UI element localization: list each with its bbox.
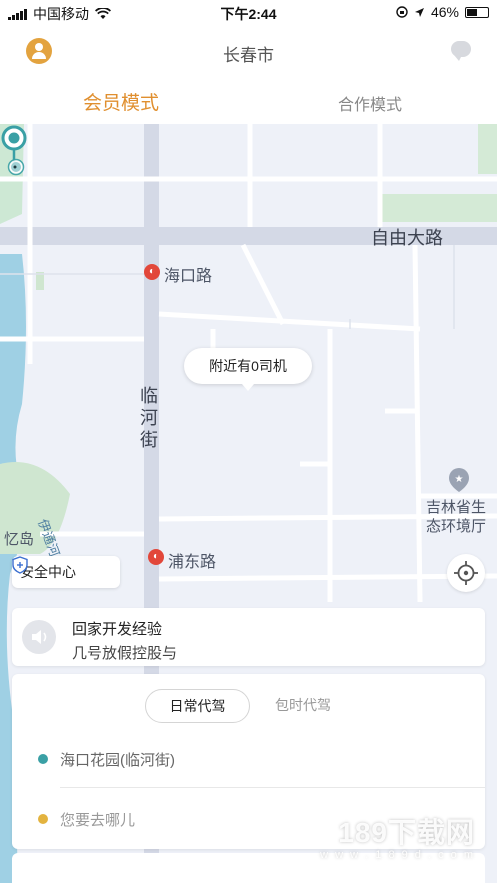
battery-percent: 46%: [430, 4, 459, 20]
status-right: 46%: [396, 4, 489, 20]
road-label-linhe-3: 街: [140, 430, 158, 450]
watermark: 189下载网 w w w . 1 8 9 d . c o m: [320, 811, 475, 861]
svg-text:★: ★: [455, 474, 464, 485]
speaker-icon: [22, 620, 56, 654]
top-header: 长春市: [0, 26, 497, 76]
crosshair-icon: [454, 561, 478, 585]
watermark-url: w w w . 1 8 9 d . c o m: [320, 849, 475, 861]
poi-label-line2: 态环境厅: [426, 518, 487, 535]
notice-card[interactable]: 回家开发经验 几号放假控股与: [12, 608, 485, 666]
watermark-main: 189下载网: [338, 817, 475, 848]
status-bar: 中国移动 下午2:44 46%: [0, 0, 497, 26]
chat-bubble-icon[interactable]: [451, 41, 471, 61]
notice-title: 回家开发经验: [72, 621, 163, 638]
mode-tabs: 会员模式 合作模式: [0, 76, 497, 124]
locate-button[interactable]: [447, 554, 485, 592]
nearby-drivers-bubble: 附近有0司机: [184, 348, 312, 391]
pickup-dot: [38, 754, 48, 764]
pickup-address[interactable]: 海口花园(临河街): [60, 749, 175, 770]
metro-label-haikou: 海口路: [164, 268, 213, 285]
metro-icon: ◐: [144, 264, 160, 280]
metro-icon: ◐: [148, 549, 164, 565]
tab-cooperation-mode[interactable]: 合作模式: [338, 91, 402, 115]
poi-label-line1: 吉林省生: [426, 499, 487, 516]
city-selector[interactable]: 长春市: [0, 41, 497, 66]
green-area-ne: [378, 194, 497, 222]
location-arrow-icon: [414, 7, 424, 17]
location-pin-icon[interactable]: [0, 124, 28, 180]
tab-member-mode[interactable]: 会员模式: [83, 88, 159, 115]
tab-hourly-driving[interactable]: 包时代驾: [268, 689, 338, 723]
destination-input[interactable]: 您要去哪儿: [60, 809, 135, 830]
shield-icon: [12, 556, 28, 574]
battery-icon: [465, 6, 489, 18]
tab-daily-driving[interactable]: 日常代驾: [145, 689, 250, 723]
notice-subtitle: 几号放假控股与: [72, 645, 178, 662]
road-label-ziyou: 自由大路: [371, 228, 443, 248]
orientation-lock-icon: [396, 6, 408, 18]
safety-center-button[interactable]: 安全中心: [12, 556, 120, 588]
green-area-top: [478, 124, 497, 174]
divider: [60, 787, 485, 788]
poi-marker-icon: ★: [449, 468, 469, 492]
place-label-yidao: 忆岛: [4, 531, 35, 548]
safety-center-label: 安全中心: [20, 564, 76, 580]
metro-label-pudong: 浦东路: [168, 554, 217, 571]
destination-dot: [38, 814, 48, 824]
